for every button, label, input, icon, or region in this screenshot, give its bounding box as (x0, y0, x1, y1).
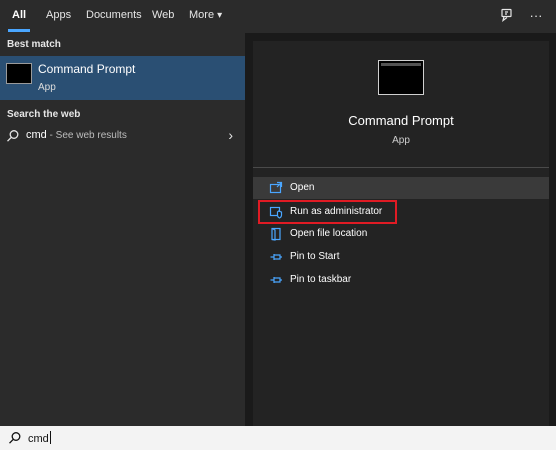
web-result-item[interactable]: cmd - See web results › (0, 126, 245, 148)
search-filter-bar: All Apps Documents Web More ▾ ··· (0, 0, 556, 33)
search-box[interactable]: cmd (0, 426, 556, 450)
web-result-text: cmd - See web results (26, 129, 127, 141)
best-match-label: Best match (7, 39, 61, 50)
highlight-box (258, 200, 397, 224)
command-prompt-icon (6, 63, 32, 84)
action-open[interactable]: Open (253, 177, 549, 199)
best-match-subtitle: App (38, 82, 56, 93)
action-pin-to-start[interactable]: Pin to Start (253, 246, 549, 268)
search-input-value: cmd (28, 433, 49, 445)
tab-web[interactable]: Web (152, 0, 174, 33)
chevron-down-icon: ▾ (217, 10, 223, 21)
best-match-item[interactable]: Command Prompt App (0, 56, 245, 100)
open-icon (269, 181, 283, 194)
pin-icon (270, 277, 282, 283)
tab-more[interactable]: More ▾ (189, 0, 222, 33)
pin-icon (270, 254, 282, 260)
action-pin-to-taskbar[interactable]: Pin to taskbar (253, 269, 549, 291)
feedback-icon[interactable] (498, 6, 516, 24)
preview-title: Command Prompt (348, 113, 454, 128)
active-tab-indicator (8, 29, 30, 32)
action-open-file-location-label: Open file location (290, 228, 368, 239)
command-prompt-large-icon (378, 60, 424, 95)
tab-apps[interactable]: Apps (46, 0, 71, 33)
search-icon (9, 432, 21, 444)
more-options-icon[interactable]: ··· (527, 6, 545, 24)
tab-documents[interactable]: Documents (86, 0, 142, 33)
search-icon (7, 130, 19, 142)
preview-subtitle: App (392, 135, 410, 146)
best-match-title: Command Prompt (38, 62, 136, 76)
web-query: cmd (26, 129, 47, 141)
action-open-label: Open (290, 182, 315, 193)
chevron-right-icon[interactable]: › (228, 127, 233, 143)
action-pin-to-start-label: Pin to Start (290, 251, 340, 262)
preview-divider (253, 167, 549, 168)
text-caret (49, 431, 51, 444)
tab-more-label: More (189, 9, 215, 21)
web-result-suffix: - See web results (46, 130, 127, 141)
search-input[interactable]: cmd (28, 431, 51, 445)
action-pin-to-taskbar-label: Pin to taskbar (290, 274, 352, 285)
search-web-label: Search the web (7, 109, 81, 120)
folder-icon (271, 227, 281, 241)
action-open-file-location[interactable]: Open file location (253, 223, 549, 245)
